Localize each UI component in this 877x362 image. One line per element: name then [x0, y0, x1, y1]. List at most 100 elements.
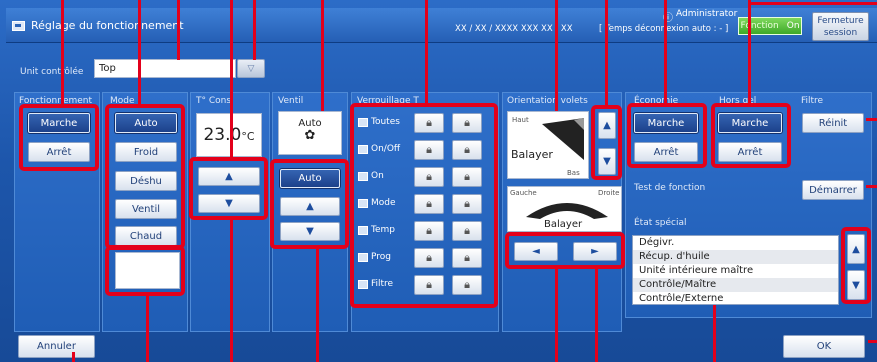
- mode-fan-button[interactable]: Ventil: [115, 199, 177, 219]
- filter-reset-button[interactable]: Réinit: [802, 113, 864, 133]
- logout-button[interactable]: Fermeture session: [812, 12, 869, 41]
- lock-row-text: Filtre: [371, 279, 394, 289]
- lock-category-icon: [358, 279, 368, 289]
- test-label: Test de fonction: [634, 183, 706, 193]
- annotation-line: [868, 340, 877, 343]
- function-label: Fonction: [740, 21, 779, 31]
- unlock-button[interactable]: 🔒︎: [414, 140, 444, 160]
- louver-left-button[interactable]: ◄: [514, 242, 558, 261]
- arrow-down-icon: ▼: [306, 226, 314, 237]
- lock-button[interactable]: 🔒︎: [452, 140, 482, 160]
- test-start-button[interactable]: Démarrer: [802, 180, 864, 200]
- lock-button[interactable]: 🔒︎: [452, 248, 482, 268]
- louver-up-button[interactable]: ▲: [598, 112, 616, 139]
- annotation-line: [425, 0, 428, 103]
- annotation-line: [595, 269, 598, 362]
- list-item[interactable]: Unité intérieure maître: [633, 264, 838, 278]
- unlock-button[interactable]: 🔒︎: [414, 167, 444, 187]
- annotation-line: [138, 0, 141, 104]
- list-item[interactable]: Dégivr.: [633, 236, 838, 250]
- louver-right-button[interactable]: ►: [573, 242, 617, 261]
- ok-button[interactable]: OK: [783, 335, 865, 358]
- annotation-line: [177, 0, 180, 60]
- annotation-line: [321, 0, 324, 111]
- arrow-down-icon: ▼: [225, 198, 233, 209]
- lock-row-label: Toutes: [358, 117, 400, 127]
- lock-row-label: Filtre: [358, 279, 393, 289]
- annotation-line: [230, 220, 233, 362]
- unlock-button[interactable]: 🔒︎: [414, 248, 444, 268]
- arrow-down-icon: ▼: [852, 279, 860, 291]
- lock-row-text: Mode: [371, 198, 396, 208]
- lock-icon: 🔒︎: [426, 197, 432, 210]
- arrow-up-icon: ▲: [603, 120, 611, 131]
- economy-off-button[interactable]: Arrêt: [634, 142, 698, 162]
- unlock-button[interactable]: 🔒︎: [414, 194, 444, 214]
- lock-row-label: Mode: [358, 198, 396, 208]
- mode-dry-button[interactable]: Déshu: [115, 171, 177, 191]
- lock-icon: 🔒︎: [426, 116, 432, 129]
- temperature-down-button[interactable]: ▼: [198, 194, 260, 213]
- annotation-line: [253, 0, 256, 60]
- lock-button[interactable]: 🔒︎: [452, 194, 482, 214]
- annotation-line: [230, 0, 233, 157]
- mode-auto-button[interactable]: Auto: [115, 113, 177, 133]
- window-title: Réglage du fonctionnement: [31, 19, 184, 32]
- temperature-display: 23.0 °C: [196, 113, 262, 157]
- lock-icon: 🔒︎: [464, 224, 470, 237]
- annotation-line: [748, 2, 877, 5]
- lock-label: Verrouillage T: [357, 96, 419, 106]
- list-item[interactable]: Récup. d'huile: [633, 250, 838, 264]
- temperature-up-button[interactable]: ▲: [198, 167, 260, 186]
- cancel-button[interactable]: Annuler: [18, 335, 95, 358]
- unit-dropdown-button[interactable]: ▽: [237, 59, 265, 78]
- temperature-unit: °C: [241, 130, 255, 143]
- mode-cool-button[interactable]: Froid: [115, 142, 177, 162]
- special-scroll-up-button[interactable]: ▲: [847, 234, 865, 264]
- lock-button[interactable]: 🔒︎: [452, 275, 482, 295]
- lock-row-label: Prog: [358, 252, 391, 262]
- fan-auto-button[interactable]: Auto: [280, 169, 340, 188]
- temperature-label: T° Cons: [196, 96, 232, 106]
- unlock-button[interactable]: 🔒︎: [414, 113, 444, 133]
- lock-row-text: On/Off: [371, 144, 401, 154]
- lock-button[interactable]: 🔒︎: [452, 113, 482, 133]
- lock-icon: 🔒︎: [464, 278, 470, 291]
- unlock-button[interactable]: 🔒︎: [414, 275, 444, 295]
- arrow-down-icon: ▼: [603, 156, 611, 167]
- annotation-line: [146, 296, 149, 362]
- lock-row-label: On/Off: [358, 144, 400, 154]
- fan-up-button[interactable]: ▲: [280, 197, 340, 216]
- mode-label: Mode: [110, 96, 135, 106]
- frost-off-button[interactable]: Arrêt: [718, 142, 782, 162]
- screen: Réglage du fonctionnement XX / XX / XXXX…: [0, 0, 877, 362]
- louver-swing-label: Balayer: [511, 148, 553, 161]
- lock-button[interactable]: 🔒︎: [452, 167, 482, 187]
- annotation-line: [866, 185, 877, 188]
- lock-icon: 🔒︎: [426, 251, 432, 264]
- lock-button[interactable]: 🔒︎: [452, 221, 482, 241]
- frost-on-button[interactable]: Marche: [718, 113, 782, 133]
- list-item[interactable]: Contrôle/Externe: [633, 292, 838, 306]
- special-scroll-down-button[interactable]: ▼: [847, 270, 865, 300]
- operation-on-button[interactable]: Marche: [28, 113, 90, 133]
- mode-icon-display: [115, 252, 180, 289]
- fan-label: Ventil: [278, 96, 304, 106]
- function-state: On: [786, 21, 800, 31]
- louver-down-button[interactable]: ▼: [598, 148, 616, 175]
- economy-on-button[interactable]: Marche: [634, 113, 698, 133]
- unit-field[interactable]: Top: [94, 59, 236, 78]
- operation-off-button[interactable]: Arrêt: [28, 142, 90, 162]
- special-state-list[interactable]: Dégivr. Récup. d'huile Unité intérieure …: [632, 235, 839, 305]
- fan-down-button[interactable]: ▼: [280, 222, 340, 241]
- unlock-button[interactable]: 🔒︎: [414, 221, 444, 241]
- louver-right-label: Droite: [598, 189, 620, 197]
- operation-label: Fonctionnement: [19, 96, 93, 106]
- lock-category-icon: [358, 252, 368, 262]
- louver-swing2-label: Balayer: [544, 219, 583, 230]
- annotation-line: [605, 0, 608, 105]
- list-item[interactable]: Contrôle/Maître: [633, 278, 838, 292]
- louver-label: Orientation volets: [507, 96, 588, 106]
- filter-label: Filtre: [801, 96, 824, 106]
- mode-heat-button[interactable]: Chaud: [115, 226, 177, 246]
